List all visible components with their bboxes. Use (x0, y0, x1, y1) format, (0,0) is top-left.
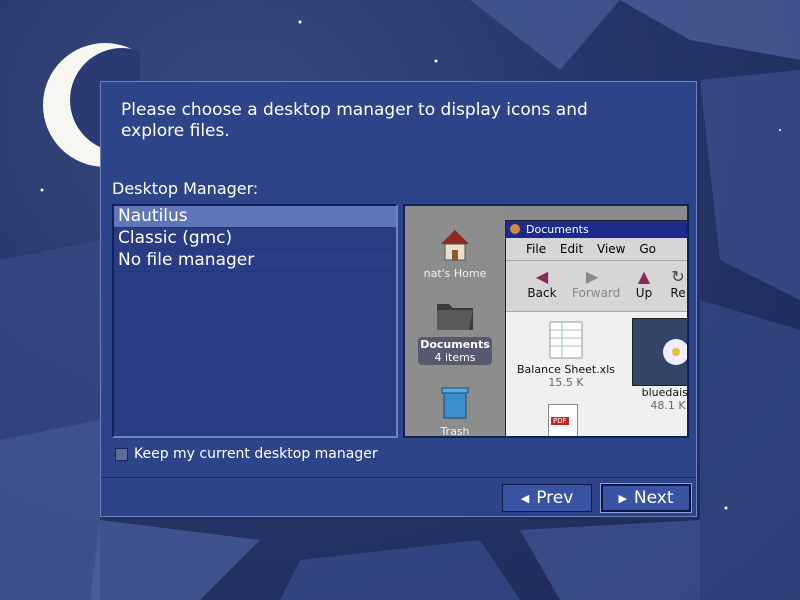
reload-icon: ↻ (671, 267, 685, 286)
menu-view: View (597, 242, 626, 256)
preview-file-window: Documents File Edit View Go Bo ◀ Back ▶ … (505, 220, 687, 436)
window-menu-icon (510, 224, 520, 234)
desktop-icon-label: Trash (440, 425, 470, 438)
desktop-icon-trash: Trash (415, 382, 495, 438)
keep-current-label[interactable]: Keep my current desktop manager (134, 446, 378, 462)
window-menubar: File Edit View Go Bo (506, 238, 687, 278)
right-arrow-icon: ▶ (618, 491, 627, 505)
left-arrow-icon: ◀ (520, 491, 530, 505)
desktop-manager-list[interactable]: Nautilus Classic (gmc) No file manager (112, 204, 398, 438)
home-icon (441, 230, 469, 261)
next-button[interactable]: ▶ Next (601, 484, 691, 512)
toolbar-reload: ↻ Re (658, 267, 687, 300)
window-file-area: Balance Sheet.xls 15.5 K bluedaisy 48.1 … (506, 312, 687, 436)
menu-edit: Edit (559, 242, 584, 256)
pdf-icon: PDF (548, 404, 578, 436)
trash-icon (441, 387, 469, 419)
desktop-manager-preview: nat's Home Documents 4 items Trash Docum… (403, 204, 689, 438)
toolbar-back: ◀ Back (522, 267, 562, 300)
desktop-icon-home: nat's Home (415, 224, 495, 280)
window-title-bar: Documents (506, 221, 687, 238)
prev-button[interactable]: ◀ Prev (502, 484, 592, 512)
list-item-classic-gmc[interactable]: Classic (gmc) (114, 228, 396, 250)
list-item-no-file-manager[interactable]: No file manager (114, 250, 396, 272)
desktop-manager-dialog: Please choose a desktop manager to displ… (100, 81, 697, 517)
desktop-icon-documents: Documents 4 items (415, 296, 495, 365)
desktop-icon-label-selected: Documents 4 items (418, 337, 492, 365)
keep-current-checkbox-row[interactable]: Keep my current desktop manager (115, 446, 378, 462)
preview-desktop: nat's Home Documents 4 items Trash (405, 206, 505, 438)
image-thumbnail-icon (632, 318, 687, 386)
file-balance-sheet: Balance Sheet.xls 15.5 K (512, 320, 620, 389)
spreadsheet-icon (549, 321, 583, 359)
file-bluedaisy: bluedaisy 48.1 K (628, 318, 687, 412)
desktop-manager-label: Desktop Manager: (112, 179, 259, 198)
forward-arrow-icon: ▶ (585, 267, 599, 286)
keep-current-checkbox[interactable] (115, 447, 128, 461)
window-toolbar: ◀ Back ▶ Forward ▲ Up ↻ Re (506, 261, 687, 312)
folder-icon (437, 304, 473, 330)
toolbar-forward: ▶ Forward (572, 267, 621, 300)
menu-file: File (526, 242, 547, 256)
dialog-prompt: Please choose a desktop manager to displ… (121, 100, 588, 141)
back-arrow-icon: ◀ (535, 267, 549, 286)
menu-go: Go (639, 242, 656, 256)
desktop-icon-label: nat's Home (423, 267, 487, 280)
list-item-nautilus[interactable]: Nautilus (114, 206, 396, 228)
button-separator (101, 477, 696, 478)
window-title: Documents (526, 223, 589, 236)
